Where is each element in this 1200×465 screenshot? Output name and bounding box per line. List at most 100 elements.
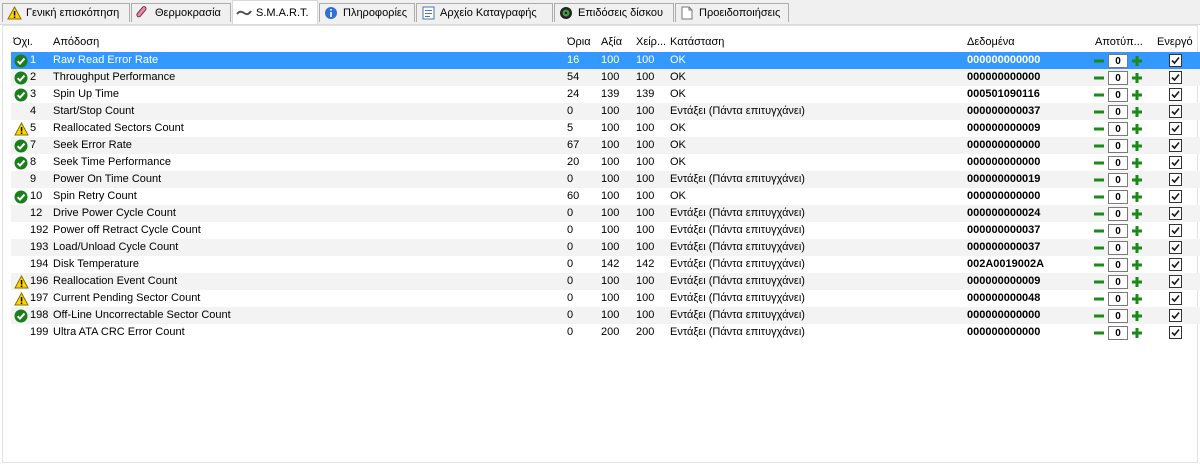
header-attribute[interactable]: Απόδοση (53, 36, 253, 52)
offset-value[interactable]: 0 (1108, 223, 1128, 238)
decrement-icon[interactable] (1092, 88, 1106, 102)
table-row[interactable]: 198 Off-Line Uncorrectable Sector Count 0 1… (11, 307, 1200, 324)
decrement-icon[interactable] (1092, 224, 1106, 238)
enabled-checkbox[interactable] (1169, 292, 1182, 305)
tab-alerts[interactable]: Προειδοποιήσεις (675, 3, 789, 22)
tab-smart[interactable]: S.M.A.R.T. (232, 0, 318, 24)
offset-value[interactable]: 0 (1108, 155, 1128, 170)
decrement-icon[interactable] (1092, 326, 1106, 340)
table-row[interactable]: 192 Power off Retract Cycle Count 0 100 100 Ε… (11, 222, 1200, 239)
enabled-checkbox[interactable] (1169, 122, 1182, 135)
table-row[interactable]: 9 Power On Time Count 0 100 100 Εντάξει (Πάντ… (11, 171, 1200, 188)
offset-value[interactable]: 0 (1108, 257, 1128, 272)
decrement-icon[interactable] (1092, 207, 1106, 221)
header-data[interactable]: Δεδομένα (967, 36, 1067, 52)
tab-log[interactable]: Αρχείο Καταγραφής (416, 3, 553, 22)
enabled-checkbox[interactable] (1169, 105, 1182, 118)
table-row[interactable]: 197 Current Pending Sector Count 0 100 100 Εν… (11, 290, 1200, 307)
enabled-checkbox[interactable] (1169, 309, 1182, 322)
offset-value[interactable]: 0 (1108, 189, 1128, 204)
table-row[interactable]: 194 Disk Temperature 0 142 142 Εντάξει (Πάντα… (11, 256, 1200, 273)
decrement-icon[interactable] (1092, 122, 1106, 136)
increment-icon[interactable] (1130, 71, 1144, 85)
offset-value[interactable]: 0 (1108, 274, 1128, 289)
offset-value[interactable]: 0 (1108, 240, 1128, 255)
increment-icon[interactable] (1130, 292, 1144, 306)
increment-icon[interactable] (1130, 156, 1144, 170)
offset-value[interactable]: 0 (1108, 325, 1128, 340)
header-status[interactable]: Κατάσταση (670, 36, 870, 52)
increment-icon[interactable] (1130, 241, 1144, 255)
enabled-checkbox[interactable] (1169, 207, 1182, 220)
enabled-checkbox[interactable] (1169, 54, 1182, 67)
table-row[interactable]: 10 Spin Retry Count 60 100 100 OK 000000000000… (11, 188, 1200, 205)
decrement-icon[interactable] (1092, 71, 1106, 85)
header-offset[interactable]: Αποτύπ... (1095, 36, 1145, 52)
offset-value[interactable]: 0 (1108, 87, 1128, 102)
header-enabled[interactable]: Ενεργό (1157, 36, 1197, 52)
offset-value[interactable]: 0 (1108, 308, 1128, 323)
table-row[interactable]: 5 Reallocated Sectors Count 5 100 100 OK 00000… (11, 120, 1200, 137)
increment-icon[interactable] (1130, 326, 1144, 340)
table-row[interactable]: 193 Load/Unload Cycle Count 0 100 100 Εντάξει… (11, 239, 1200, 256)
decrement-icon[interactable] (1092, 292, 1106, 306)
tab-overview[interactable]: Γενική επισκόπηση (2, 3, 130, 22)
header-id[interactable]: Όχι. (13, 36, 41, 52)
increment-icon[interactable] (1130, 309, 1144, 323)
tab-disk-performance[interactable]: Επιδόσεις δίσκου (554, 3, 674, 22)
increment-icon[interactable] (1130, 207, 1144, 221)
increment-icon[interactable] (1130, 54, 1144, 68)
enabled-checkbox[interactable] (1169, 224, 1182, 237)
increment-icon[interactable] (1130, 105, 1144, 119)
table-row[interactable]: 7 Seek Error Rate 67 100 100 OK 000000000000 0 (11, 137, 1200, 154)
decrement-icon[interactable] (1092, 54, 1106, 68)
offset-value[interactable]: 0 (1108, 206, 1128, 221)
increment-icon[interactable] (1130, 258, 1144, 272)
decrement-icon[interactable] (1092, 309, 1106, 323)
tab-info[interactable]: Πληροφορίες (319, 3, 415, 22)
table-row[interactable]: 196 Reallocation Event Count 0 100 100 Εντάξε… (11, 273, 1200, 290)
decrement-icon[interactable] (1092, 241, 1106, 255)
enabled-checkbox[interactable] (1169, 173, 1182, 186)
decrement-icon[interactable] (1092, 275, 1106, 289)
increment-icon[interactable] (1130, 190, 1144, 204)
enabled-checkbox[interactable] (1169, 139, 1182, 152)
enabled-checkbox[interactable] (1169, 326, 1182, 339)
decrement-icon[interactable] (1092, 156, 1106, 170)
offset-value[interactable]: 0 (1108, 291, 1128, 306)
enabled-checkbox[interactable] (1169, 258, 1182, 271)
tab-temperature[interactable]: Θερμοκρασία (131, 3, 231, 22)
increment-icon[interactable] (1130, 224, 1144, 238)
offset-value[interactable]: 0 (1108, 53, 1128, 68)
decrement-icon[interactable] (1092, 139, 1106, 153)
header-value[interactable]: Αξία (601, 36, 631, 52)
enabled-checkbox[interactable] (1169, 241, 1182, 254)
offset-value[interactable]: 0 (1108, 70, 1128, 85)
header-threshold[interactable]: Όρια (567, 36, 597, 52)
table-row[interactable]: 1 Raw Read Error Rate 16 100 100 OK 0000000000… (11, 52, 1200, 69)
table-row[interactable]: 12 Drive Power Cycle Count 0 100 100 Εντάξει … (11, 205, 1200, 222)
decrement-icon[interactable] (1092, 258, 1106, 272)
increment-icon[interactable] (1130, 139, 1144, 153)
increment-icon[interactable] (1130, 275, 1144, 289)
header-worst[interactable]: Χείρ... (636, 36, 668, 52)
increment-icon[interactable] (1130, 122, 1144, 136)
decrement-icon[interactable] (1092, 190, 1106, 204)
table-row[interactable]: 2 Throughput Performance 54 100 100 OK 0000000… (11, 69, 1200, 86)
decrement-icon[interactable] (1092, 173, 1106, 187)
increment-icon[interactable] (1130, 88, 1144, 102)
increment-icon[interactable] (1130, 173, 1144, 187)
table-row[interactable]: 8 Seek Time Performance 20 100 100 OK 00000000… (11, 154, 1200, 171)
offset-value[interactable]: 0 (1108, 104, 1128, 119)
offset-value[interactable]: 0 (1108, 138, 1128, 153)
enabled-checkbox[interactable] (1169, 88, 1182, 101)
table-row[interactable]: 3 Spin Up Time 24 139 139 OK 000501090116 0 (11, 86, 1200, 103)
table-row[interactable]: 4 Start/Stop Count 0 100 100 Εντάξει (Πάντα ε… (11, 103, 1200, 120)
enabled-checkbox[interactable] (1169, 275, 1182, 288)
decrement-icon[interactable] (1092, 105, 1106, 119)
enabled-checkbox[interactable] (1169, 71, 1182, 84)
enabled-checkbox[interactable] (1169, 156, 1182, 169)
enabled-checkbox[interactable] (1169, 190, 1182, 203)
offset-value[interactable]: 0 (1108, 172, 1128, 187)
offset-value[interactable]: 0 (1108, 121, 1128, 136)
